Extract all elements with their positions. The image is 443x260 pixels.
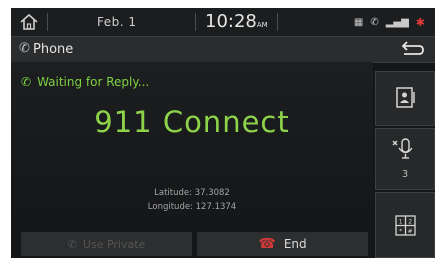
status-divider <box>195 13 196 31</box>
call-status-text: Waiting for Reply... <box>37 75 150 89</box>
end-label: End <box>283 237 307 251</box>
status-date: Feb. 1 <box>97 15 137 29</box>
coordinates: Latitude: 37.3082 Longitude: 127.1374 <box>11 186 373 214</box>
status-clock: 10:28AM <box>205 11 268 32</box>
svg-text:1: 1 <box>399 219 403 226</box>
call-name: 911 Connect <box>94 105 290 139</box>
page-title: Phone <box>33 42 74 57</box>
contacts-icon <box>396 87 415 108</box>
battery-icon: ▦ <box>353 17 364 28</box>
phone-icon: ✆ <box>67 237 77 251</box>
back-button[interactable] <box>389 37 435 62</box>
keypad-icon: 1 2 * # <box>395 215 416 236</box>
use-private-label: Use Private <box>82 237 146 251</box>
bluetooth-icon: ✱ <box>415 16 425 29</box>
call-status: ✆ Waiting for Reply... <box>21 75 149 89</box>
phone-icon: ✆ <box>19 41 30 56</box>
mute-mic-icon <box>392 138 413 159</box>
clock-ampm: AM <box>256 21 268 29</box>
home-icon[interactable] <box>17 11 41 33</box>
phone-icon: ✆ <box>21 75 32 89</box>
svg-text:#: # <box>408 228 413 235</box>
latitude: Latitude: 37.3082 <box>154 188 230 198</box>
mute-button[interactable]: 3 <box>375 128 435 190</box>
screen: Feb. 1 10:28AM ▦ ✆ ▂▄▆ ✱ ✆ Phone ✆ Waitin… <box>11 8 435 258</box>
status-divider <box>47 13 48 31</box>
status-bar: Feb. 1 10:28AM ▦ ✆ ▂▄▆ ✱ <box>11 8 435 36</box>
status-icons: ▦ ✆ ▂▄▆ ✱ <box>354 16 425 29</box>
end-call-icon: ☎ <box>258 236 276 252</box>
contacts-button[interactable] <box>375 71 435 126</box>
phone-icon: ✆ <box>370 17 379 28</box>
app-header: ✆ Phone <box>11 36 435 63</box>
svg-text:2: 2 <box>408 219 412 226</box>
use-private-button[interactable]: ✆ Use Private <box>21 232 192 256</box>
end-call-button[interactable]: ☎ End <box>197 232 368 256</box>
status-divider <box>277 13 278 31</box>
call-panel: ✆ Waiting for Reply... 911 Connect Latitu… <box>11 62 373 232</box>
mute-count: 3 <box>401 169 409 180</box>
signal-icon: ▂▄▆ <box>385 17 409 28</box>
keypad-button[interactable]: 1 2 * # <box>375 192 435 258</box>
svg-text:*: * <box>399 228 402 235</box>
longitude: Longitude: 127.1374 <box>147 202 237 212</box>
clock-time: 10:28 <box>205 11 257 32</box>
